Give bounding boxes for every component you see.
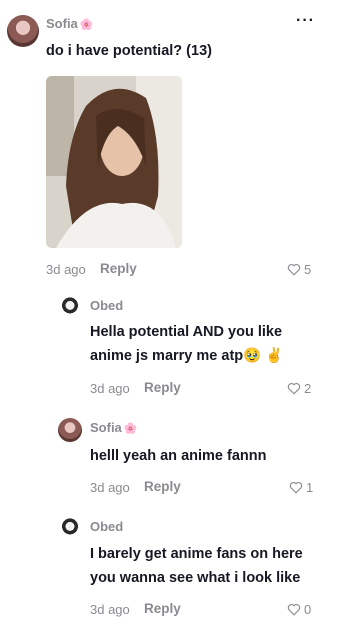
avatar[interactable] [58, 418, 82, 442]
avatar[interactable] [58, 297, 82, 321]
more-options-icon[interactable]: ··· [296, 12, 315, 30]
reply-text-line: I barely get anime fans on here [90, 546, 303, 562]
heart-outline-icon [287, 603, 301, 616]
reply-username[interactable]: Obed [90, 519, 123, 534]
like-button[interactable]: 1 [289, 480, 313, 495]
avatar[interactable] [7, 15, 39, 47]
reply-text-line: Hella potential AND you like [90, 324, 283, 340]
like-count: 0 [304, 602, 312, 617]
like-button[interactable]: 0 [287, 602, 311, 617]
avatar[interactable] [58, 518, 82, 542]
reply-button[interactable]: Reply [144, 601, 181, 616]
reply-text-line: anime js marry me atp🥹 ✌️ [90, 348, 284, 364]
comment-text: do i have potential? (13) [46, 43, 212, 59]
heart-outline-icon [287, 263, 301, 276]
like-count: 1 [306, 480, 314, 495]
reply-timestamp: 3d ago [90, 381, 130, 396]
username-text[interactable]: Sofia [90, 420, 122, 435]
reply-timestamp: 3d ago [90, 602, 130, 617]
heart-outline-icon [289, 481, 303, 494]
like-count: 2 [304, 381, 312, 396]
username-text[interactable]: Sofia [46, 16, 78, 31]
reply-button[interactable]: Reply [144, 380, 181, 395]
reply-text-line: you wanna see what i look like [90, 570, 301, 586]
comment-timestamp: 3d ago [46, 262, 86, 277]
reply-button[interactable]: Reply [144, 479, 181, 494]
reply-username[interactable]: Sofia 🌸 [90, 420, 138, 435]
reply-text-line: helll yeah an anime fannn [90, 448, 267, 464]
cherry-blossom-icon: 🌸 [123, 423, 138, 435]
reply-timestamp: 3d ago [90, 480, 130, 495]
reply-username[interactable]: Obed [90, 298, 123, 313]
photo-image [46, 76, 182, 248]
like-button[interactable]: 2 [287, 381, 311, 396]
reply-button[interactable]: Reply [100, 261, 137, 276]
like-button[interactable]: 5 [287, 262, 311, 277]
cherry-blossom-icon: 🌸 [79, 19, 94, 31]
heart-outline-icon [287, 382, 301, 395]
comment-photo[interactable] [46, 76, 182, 248]
like-count: 5 [304, 262, 312, 277]
comment-username[interactable]: Sofia 🌸 [46, 16, 94, 31]
